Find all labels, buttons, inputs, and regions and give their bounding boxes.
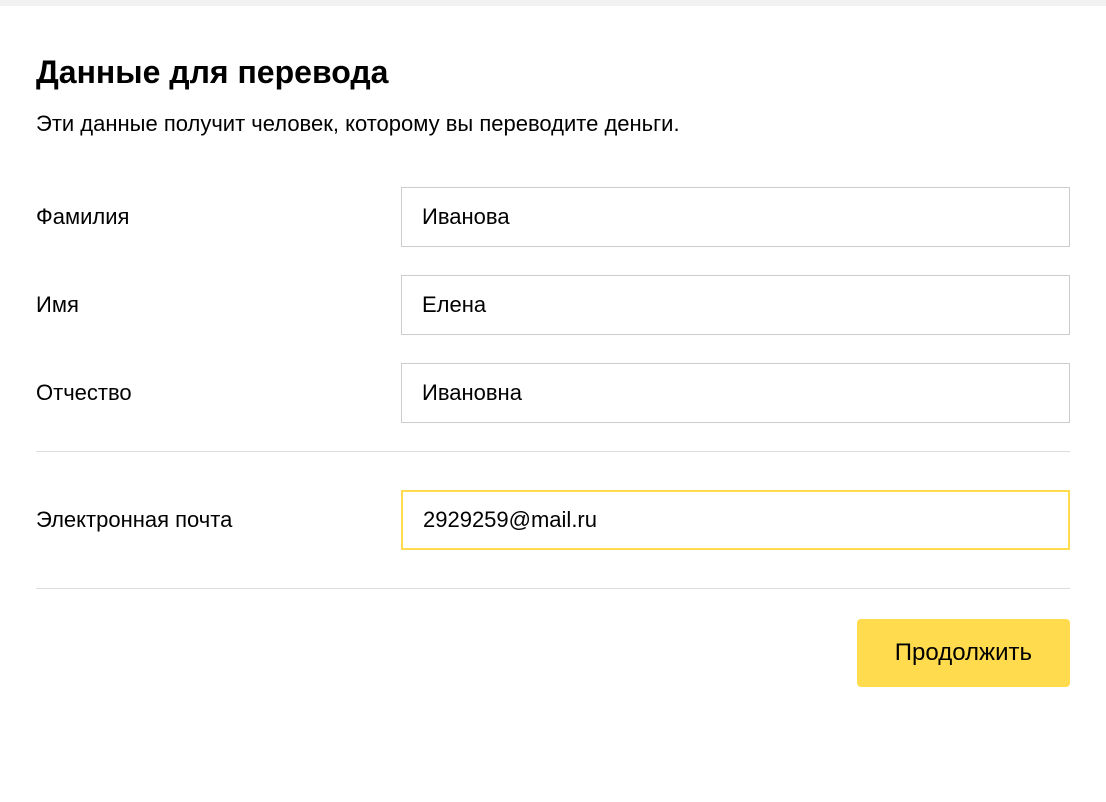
continue-button[interactable]: Продолжить <box>857 619 1070 687</box>
divider-2 <box>36 588 1070 589</box>
input-firstname[interactable] <box>401 275 1070 335</box>
label-surname: Фамилия <box>36 204 401 230</box>
label-firstname: Имя <box>36 292 401 318</box>
page-subtitle: Эти данные получит человек, которому вы … <box>36 111 1070 137</box>
row-surname: Фамилия <box>36 187 1070 247</box>
label-patronymic: Отчество <box>36 380 401 406</box>
label-email: Электронная почта <box>36 507 401 533</box>
row-patronymic: Отчество <box>36 363 1070 423</box>
button-row: Продолжить <box>36 619 1070 687</box>
input-surname[interactable] <box>401 187 1070 247</box>
divider-1 <box>36 451 1070 452</box>
page-title: Данные для перевода <box>36 54 1070 91</box>
input-email[interactable] <box>401 490 1070 550</box>
row-email: Электронная почта <box>36 490 1070 550</box>
section-email: Электронная почта <box>36 490 1070 550</box>
input-patronymic[interactable] <box>401 363 1070 423</box>
row-firstname: Имя <box>36 275 1070 335</box>
form-container: Данные для перевода Эти данные получит ч… <box>0 6 1106 687</box>
